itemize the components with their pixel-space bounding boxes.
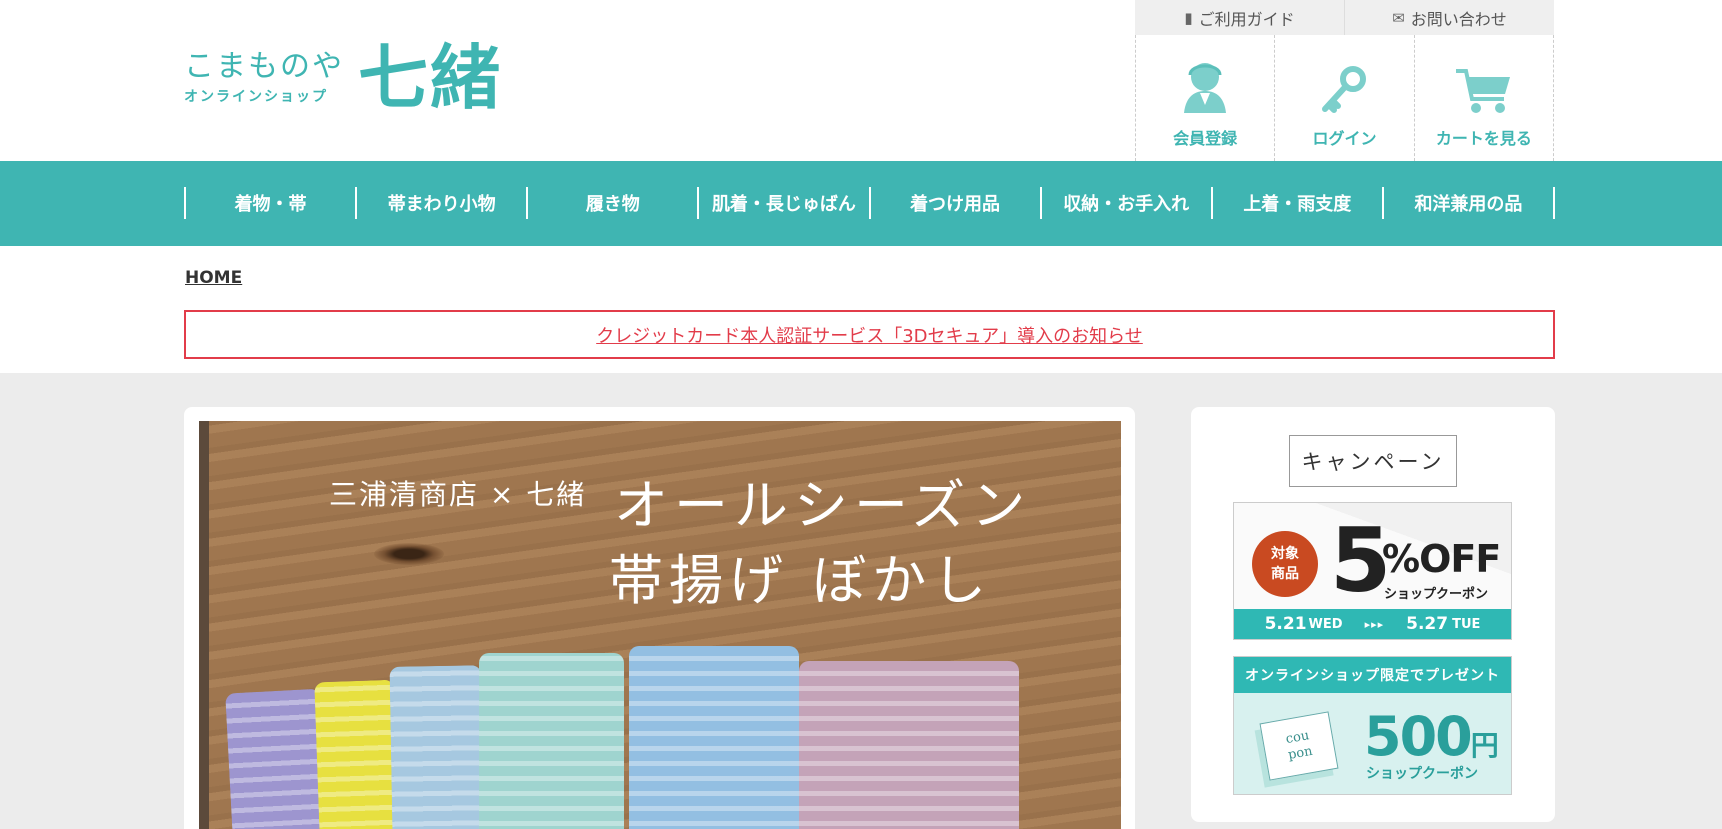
coupon-5-percent[interactable]: 対象 商品 5 %OFF ショップクーポン 5.21 WED ▸▸▸ 5.27 … [1233,502,1512,640]
nav-item-outerwear[interactable]: 上着・雨支度 [1213,187,1384,219]
target-badge: 対象 商品 [1252,531,1318,597]
amount-unit: 円 [1470,729,1499,762]
logo-main-text: こまものや [184,48,344,84]
login-button[interactable]: ログイン [1275,35,1415,161]
nav-item-storage-care[interactable]: 収納・お手入れ [1042,187,1213,219]
logo-text: こまものや オンラインショップ [184,48,344,106]
period-end-day: TUE [1452,616,1481,632]
wood-knot [374,543,444,565]
login-label: ログイン [1312,129,1377,148]
banner-subtitle: 三浦清商店 × 七緒 [329,478,587,511]
period-start: 5.21 [1264,614,1307,634]
coupon2-amount: 500円 [1364,705,1499,768]
badge-line2: 商品 [1271,566,1299,582]
guide-link[interactable]: ▮ ご利用ガイド [1135,0,1345,35]
notice-link[interactable]: クレジットカード本人認証サービス「3Dセキュア」導入のお知らせ [596,322,1143,348]
discount-off: %OFF [1382,537,1501,581]
nav-item-underwear[interactable]: 肌着・長じゅばん [699,187,871,219]
contact-link[interactable]: ✉ お問い合わせ [1345,0,1554,35]
coupon2-header: オンラインショップ限定でプレゼント [1234,657,1511,693]
banner-edge [199,421,209,829]
coupon-card-icon: cou pon [1259,711,1339,781]
book-icon: ▮ [1184,8,1193,27]
nav-item-wayo-goods[interactable]: 和洋兼用の品 [1384,187,1555,219]
register-button[interactable]: 会員登録 [1136,35,1276,161]
campaign-heading: キャンペーン [1289,435,1457,487]
nav-item-kimono-obi[interactable]: 着物・帯 [186,187,358,219]
cloth-mint [479,653,624,829]
coupon-500-yen[interactable]: オンラインショップ限定でプレゼント cou pon 500円 ショップクーポン [1233,656,1512,795]
cloth-yellow [314,679,400,829]
cloth-sky [629,646,799,829]
hero-banner[interactable]: 三浦清商店 × 七緒 オールシーズン 帯揚げ ぼかし [199,421,1121,829]
guide-label: ご利用ガイド [1198,9,1295,29]
coupon1-label: ショップクーポン [1384,587,1489,602]
coupon2-label: ショップクーポン [1366,766,1478,782]
key-icon [1322,66,1367,113]
coupon1-period: 5.21 WED ▸▸▸ 5.27 TUE [1234,609,1511,639]
utility-menu: ▮ ご利用ガイド ✉ お問い合わせ 会員登録 ログイン カートを見る [1135,0,1554,161]
nav-item-dressing-tools[interactable]: 着つけ用品 [871,187,1042,219]
nav-list: 着物・帯 帯まわり小物 履き物 肌着・長じゅばん 着つけ用品 収納・お手入れ 上… [184,187,1555,219]
logo-name: 七緒 [358,35,502,119]
member-icon [1184,63,1227,113]
logo-sub-text: オンラインショップ [184,88,328,105]
utility-top-links: ▮ ご利用ガイド ✉ お問い合わせ [1135,0,1554,35]
global-nav: 着物・帯 帯まわり小物 履き物 肌着・長じゅばん 着つけ用品 収納・お手入れ 上… [0,161,1722,246]
cloth-purple [225,688,328,829]
banner-title-line1: オールシーズン [614,474,1032,537]
cart-button[interactable]: カートを見る [1415,35,1553,161]
period-end: 5.27 [1406,614,1449,634]
badge-line1: 対象 [1271,546,1299,562]
breadcrumb-home[interactable]: HOME [185,268,242,288]
cart-label: カートを見る [1435,129,1532,148]
arrow-icon: ▸▸▸ [1364,617,1385,631]
contact-label: お問い合わせ [1410,9,1507,29]
mail-icon: ✉ [1392,8,1405,27]
site-logo[interactable]: こまものや オンラインショップ 七緒 [184,35,502,119]
amount-number: 500 [1364,705,1473,768]
cart-icon [1455,69,1510,113]
cloth-mauve [799,661,1019,829]
notice-box: クレジットカード本人認証サービス「3Dセキュア」導入のお知らせ [184,310,1555,359]
period-start-day: WED [1308,616,1343,632]
site-header: こまものや オンラインショップ 七緒 ▮ ご利用ガイド ✉ お問い合わせ 会員登… [0,0,1722,161]
register-label: 会員登録 [1173,129,1238,148]
card-line2: pon [1286,743,1314,763]
nav-item-obi-accessories[interactable]: 帯まわり小物 [357,187,529,219]
banner-title-line2: 帯揚げ ぼかし [609,549,993,612]
utility-bottom-links: 会員登録 ログイン カートを見る [1135,35,1554,161]
nav-item-footwear[interactable]: 履き物 [528,187,700,219]
cloth-light-blue [389,665,485,829]
